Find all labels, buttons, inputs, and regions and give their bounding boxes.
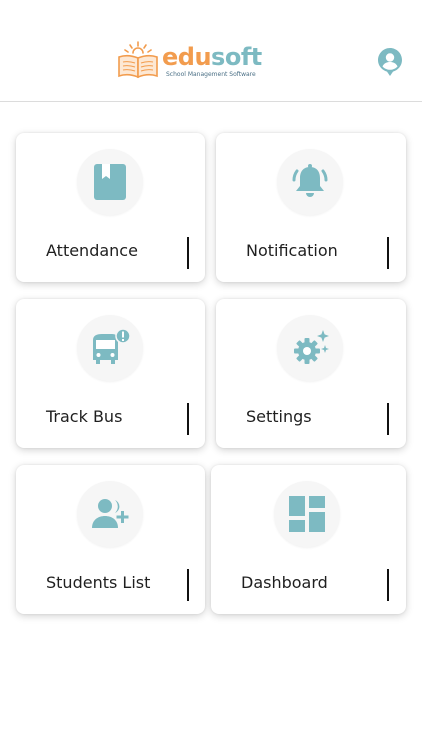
edusoft-logo: edusoft School Management Software <box>116 40 272 84</box>
attendance-label: Attendance <box>46 241 138 260</box>
settings-label: Settings <box>246 407 312 426</box>
attendance-card[interactable]: Attendance <box>16 133 205 282</box>
bell-icon <box>292 164 328 197</box>
dashboard-label: Dashboard <box>241 573 328 592</box>
dashboard-card[interactable]: Dashboard <box>211 465 406 614</box>
brand-tagline: School Management Software <box>166 71 256 78</box>
add-user-icon <box>92 499 129 528</box>
students-list-card[interactable]: Students List <box>16 465 205 614</box>
icon-circle <box>274 481 340 547</box>
bus-alert-icon <box>93 328 130 364</box>
app-header: edusoft School Management Software <box>0 0 422 102</box>
card-divider <box>387 403 389 435</box>
track-bus-card[interactable]: Track Bus <box>16 299 205 448</box>
brand-name: edusoft <box>162 44 262 70</box>
icon-circle <box>277 149 343 215</box>
card-divider <box>387 569 389 601</box>
account-circle-icon[interactable] <box>377 47 403 77</box>
notification-card[interactable]: Notification <box>216 133 406 282</box>
card-divider <box>387 237 389 269</box>
brand-name-soft: soft <box>211 43 262 71</box>
card-divider <box>187 237 189 269</box>
icon-circle <box>77 315 143 381</box>
icon-circle <box>277 315 343 381</box>
card-divider <box>187 403 189 435</box>
settings-card[interactable]: Settings <box>216 299 406 448</box>
icon-circle <box>77 481 143 547</box>
open-book-logo-icon <box>118 41 158 79</box>
notification-label: Notification <box>246 241 338 260</box>
settings-gear-icon <box>294 330 329 364</box>
brand-name-edu: edu <box>162 43 212 71</box>
dashboard-icon <box>289 496 325 532</box>
card-divider <box>187 569 189 601</box>
icon-circle <box>77 149 143 215</box>
book-icon <box>94 164 126 200</box>
track-bus-label: Track Bus <box>46 407 123 426</box>
students-list-label: Students List <box>46 573 151 592</box>
